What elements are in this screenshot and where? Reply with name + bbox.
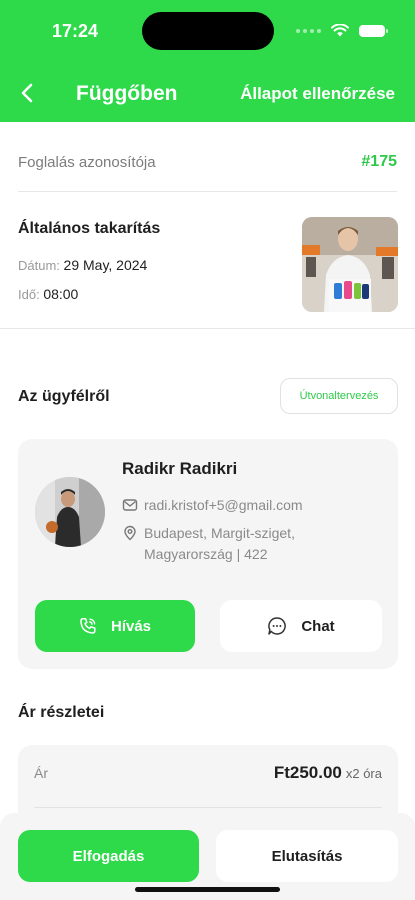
section-separator xyxy=(0,328,415,329)
price-value: Ft250.00 xyxy=(273,763,342,782)
battery-icon xyxy=(359,24,388,37)
time-value: 08:00 xyxy=(43,286,79,302)
chevron-left-icon xyxy=(21,83,33,103)
reject-button[interactable]: Elutasítás xyxy=(216,830,398,882)
customer-card: Radikr Radikri radi.kristof+5@gmail.com … xyxy=(18,439,398,669)
back-button[interactable] xyxy=(14,80,40,106)
customer-section-title: Az ügyfélről xyxy=(18,388,110,405)
signal-icon xyxy=(296,28,321,33)
booking-id-label: Foglalás azonosítója xyxy=(18,153,156,171)
chat-bubble-icon xyxy=(268,617,287,635)
service-photo xyxy=(302,217,398,312)
phone-icon xyxy=(80,618,96,634)
booking-id-value: #175 xyxy=(361,153,397,170)
customer-address-line2: Magyarország | 422 xyxy=(144,546,268,562)
date-value: 29 May, 2024 xyxy=(63,257,148,273)
price-section-title: Ár részletei xyxy=(18,704,105,721)
divider xyxy=(18,191,397,192)
booking-time: Idő: 08:00 xyxy=(18,286,78,302)
accept-button[interactable]: Elfogadás xyxy=(18,830,199,882)
price-unit: x2 óra xyxy=(345,766,382,781)
status-icons xyxy=(296,24,388,37)
call-button-label: Hívás xyxy=(110,617,152,635)
date-label: Dátum: xyxy=(18,258,60,273)
chat-button-label: Chat xyxy=(301,617,335,635)
customer-address-line1: Budapest, Margit-sziget, xyxy=(144,525,295,541)
bottom-action-bar: Elfogadás Elutasítás xyxy=(0,813,415,900)
page-title: Függőben xyxy=(76,82,178,105)
customer-email: radi.kristof+5@gmail.com xyxy=(144,497,303,513)
route-planning-button[interactable]: Útvonaltervezés xyxy=(280,378,398,414)
price-divider xyxy=(34,807,382,808)
location-pin-icon xyxy=(124,525,136,541)
price-label: Ár xyxy=(34,765,48,781)
dynamic-island xyxy=(142,12,274,50)
customer-name: Radikr Radikri xyxy=(122,459,238,478)
booking-id-row: Foglalás azonosítója #175 xyxy=(18,150,397,174)
status-bar: 17:24 xyxy=(0,0,415,62)
chat-button[interactable]: Chat xyxy=(220,600,382,652)
price-row: Ár Ft250.00 x2 óra xyxy=(34,763,382,783)
customer-email-row: radi.kristof+5@gmail.com xyxy=(122,495,303,516)
wifi-icon xyxy=(331,24,349,37)
home-indicator xyxy=(135,887,280,892)
price-amount: Ft250.00 x2 óra xyxy=(274,763,382,783)
service-title: Általános takarítás xyxy=(18,220,161,237)
navigation-bar: Függőben Állapot ellenőrzése xyxy=(0,70,415,118)
customer-avatar xyxy=(35,477,105,547)
time-label: Idő: xyxy=(18,287,40,302)
mail-icon xyxy=(122,499,138,511)
call-button[interactable]: Hívás xyxy=(35,600,195,652)
status-time: 17:24 xyxy=(52,21,99,41)
booking-date: Dátum: 29 May, 2024 xyxy=(18,257,147,273)
check-status-button[interactable]: Állapot ellenőrzése xyxy=(240,84,395,104)
customer-address-row: Budapest, Margit-sziget, Magyarország | … xyxy=(122,523,295,565)
